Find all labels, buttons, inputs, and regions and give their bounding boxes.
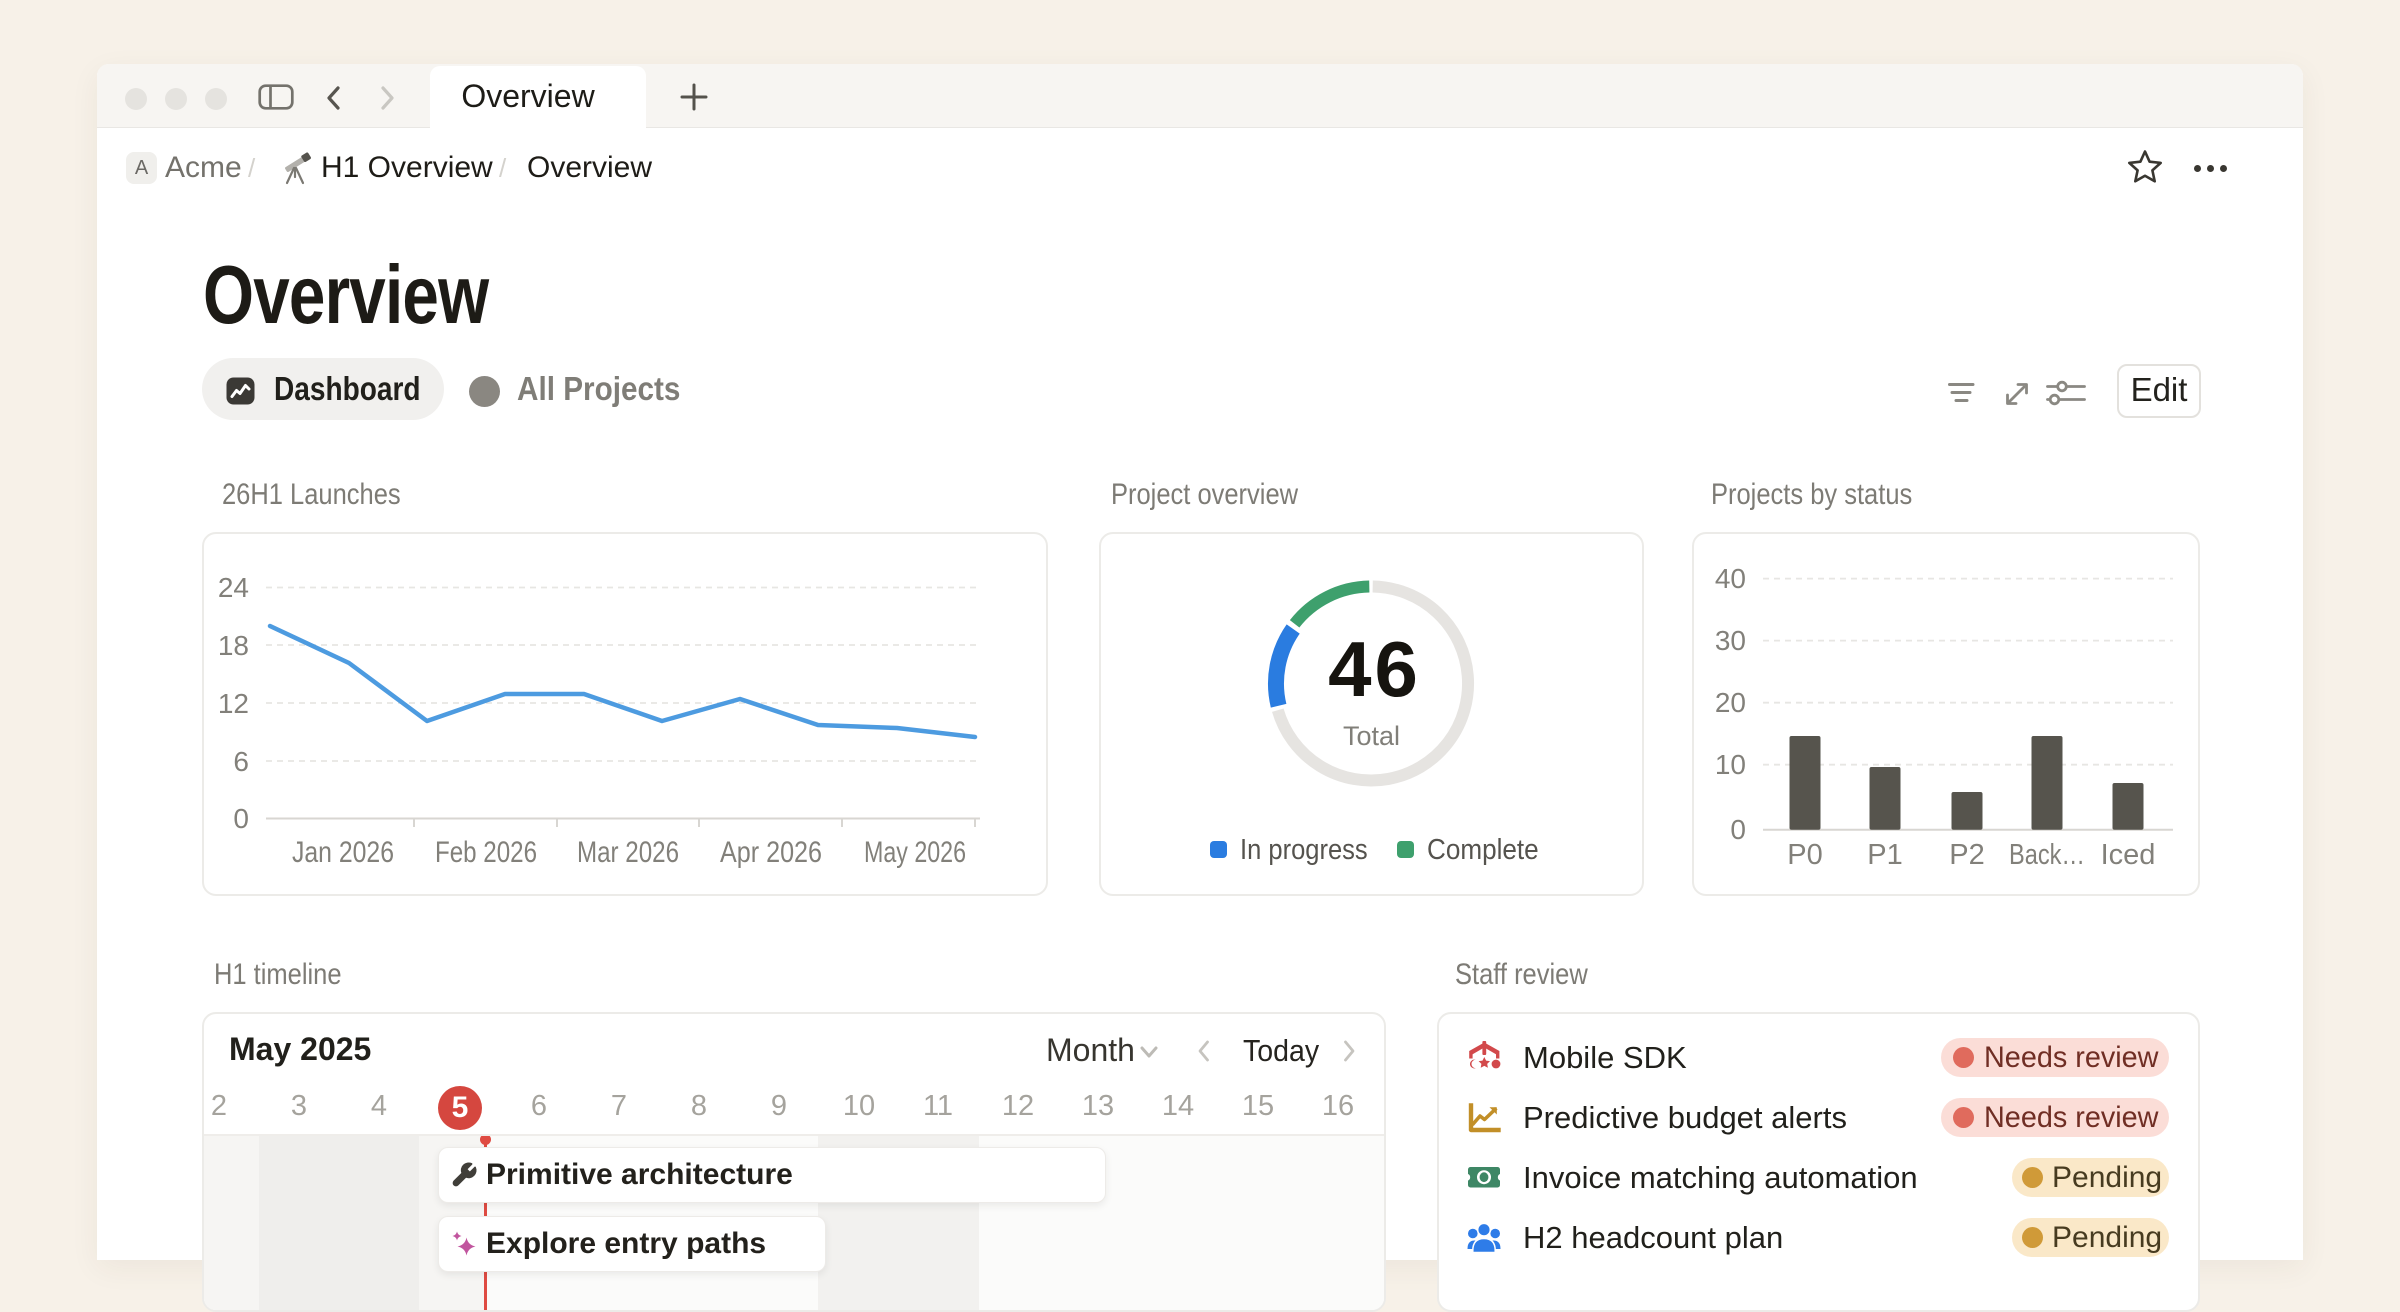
svg-text:0: 0 bbox=[1730, 814, 1746, 845]
svg-text:P2: P2 bbox=[1949, 839, 1984, 871]
svg-text:30: 30 bbox=[1715, 625, 1746, 656]
svg-text:Feb 2026: Feb 2026 bbox=[435, 836, 537, 869]
svg-text:40: 40 bbox=[1715, 563, 1746, 594]
svg-text:10: 10 bbox=[1715, 749, 1746, 780]
svg-text:Jan 2026: Jan 2026 bbox=[292, 836, 394, 869]
svg-text:P1: P1 bbox=[1867, 839, 1902, 871]
svg-text:May 2026: May 2026 bbox=[864, 836, 966, 869]
svg-text:Apr 2026: Apr 2026 bbox=[720, 836, 822, 869]
svg-text:12: 12 bbox=[218, 688, 249, 719]
svg-text:6: 6 bbox=[233, 746, 249, 777]
svg-text:24: 24 bbox=[218, 572, 249, 603]
svg-text:20: 20 bbox=[1715, 687, 1746, 718]
svg-text:18: 18 bbox=[218, 630, 249, 661]
svg-text:Mar 2026: Mar 2026 bbox=[577, 836, 679, 869]
svg-text:Iced: Iced bbox=[2101, 839, 2156, 871]
svg-text:0: 0 bbox=[233, 803, 249, 834]
svg-text:P0: P0 bbox=[1787, 839, 1822, 871]
svg-text:Back…: Back… bbox=[2009, 839, 2085, 871]
